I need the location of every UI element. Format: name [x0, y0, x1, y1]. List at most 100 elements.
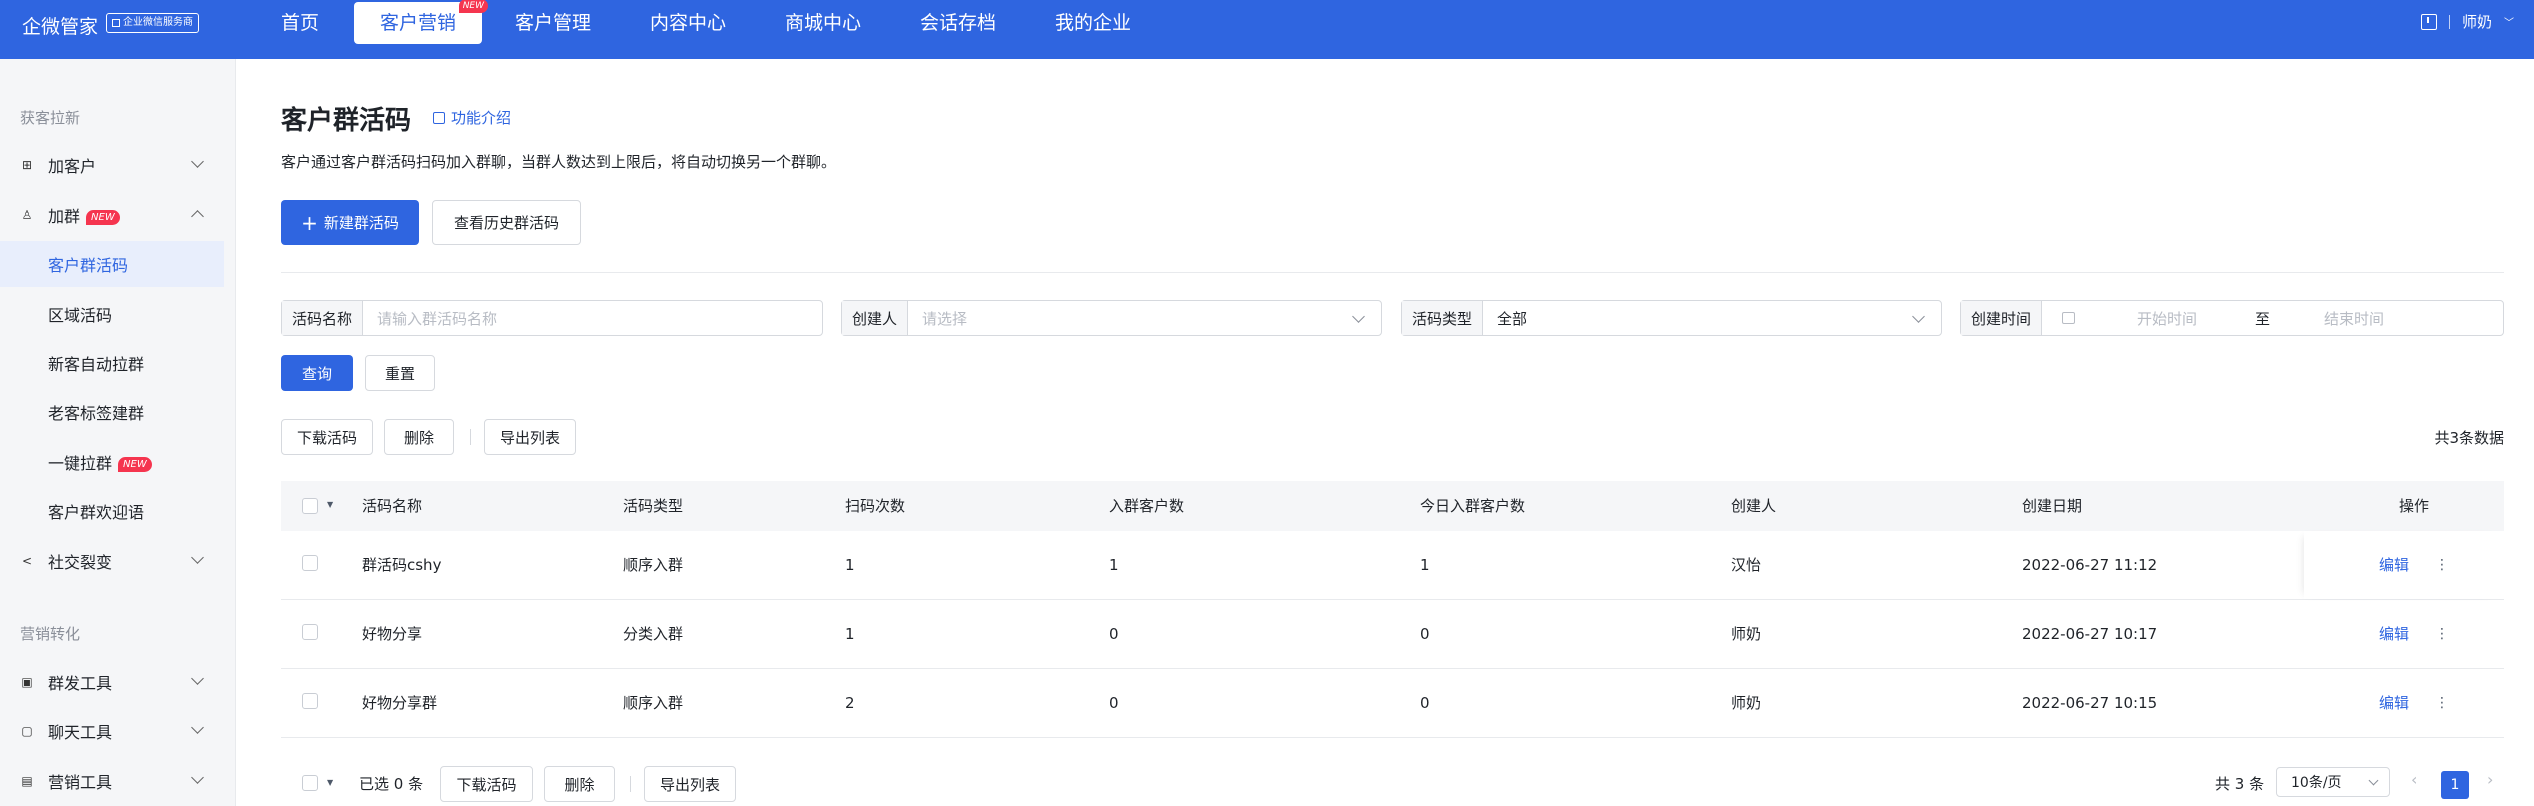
- sidebar-item-tag-group[interactable]: 老客标签建群: [0, 389, 224, 435]
- sidebar-item-social[interactable]: < 社交裂变: [0, 538, 224, 584]
- code-type-select[interactable]: 全部: [1483, 308, 1527, 329]
- chevron-down-icon: [1912, 310, 1925, 323]
- page-number-current[interactable]: 1: [2441, 771, 2469, 799]
- user-icon: ♙: [21, 208, 33, 222]
- sidebar-group-convert: 营销转化: [20, 625, 81, 643]
- cell-creator: 师奶: [1731, 694, 1762, 712]
- cell-scans: 2: [845, 694, 855, 712]
- nav-content-center[interactable]: 内容中心: [650, 0, 726, 59]
- history-group-code-button[interactable]: 查看历史群活码: [432, 200, 581, 245]
- footer-export-list-button[interactable]: 导出列表: [644, 766, 736, 802]
- edit-link[interactable]: 编辑: [2379, 600, 2409, 668]
- nav-home[interactable]: 首页: [281, 0, 319, 59]
- brand-name[interactable]: 企微管家: [22, 12, 98, 39]
- footer-delete-button[interactable]: 删除: [544, 766, 615, 802]
- nav-chat-archive[interactable]: 会话存档: [920, 0, 996, 59]
- edit-link[interactable]: 编辑: [2379, 531, 2409, 599]
- creator-select[interactable]: 请选择: [908, 308, 967, 329]
- column-header: 创建日期: [2022, 497, 2083, 515]
- sidebar-item-label: 聊天工具: [48, 723, 113, 742]
- code-name-filter[interactable]: 活码名称 请输入群活码名称: [281, 300, 823, 336]
- cell-date: 2022-06-27 10:15: [2022, 694, 2158, 712]
- nav-customer-marketing-label: 客户营销: [380, 12, 457, 34]
- sidebar-item-group-code[interactable]: 客户群活码: [0, 241, 224, 287]
- wecom-icon: [112, 19, 120, 27]
- calendar-icon: [2062, 312, 2076, 324]
- end-time-input[interactable]: 结束时间: [2270, 308, 2384, 329]
- table-header: ▼ 活码名称 活码类型 扫码次数 入群客户数 今日入群客户数 创建人 创建日期 …: [281, 481, 2504, 531]
- filter-label: 活码名称: [282, 301, 364, 335]
- cell-today: 0: [1420, 694, 1430, 712]
- grid-icon: ⊞: [21, 158, 33, 172]
- nav-my-enterprise[interactable]: 我的企业: [1055, 0, 1131, 59]
- sidebar-item-marketing-tools[interactable]: ▤ 营销工具: [0, 758, 224, 804]
- prev-page-icon[interactable]: ‹: [2411, 770, 2417, 789]
- chevron-down-icon: [1352, 310, 1365, 323]
- nav-mall-center[interactable]: 商城中心: [785, 0, 861, 59]
- pagination-total: 共 3 条: [2215, 775, 2265, 793]
- top-nav-bar: 企微管家 企业微信服务商 首页 客户营销 NEW 客户管理 内容中心 商城中心 …: [0, 0, 2534, 59]
- tool-icon: ▤: [21, 774, 33, 788]
- row-checkbox[interactable]: [302, 624, 318, 640]
- more-icon[interactable]: ⋮: [2435, 558, 2449, 572]
- sidebar-item-welcome[interactable]: 客户群欢迎语: [0, 488, 224, 534]
- reset-button[interactable]: 重置: [365, 355, 435, 391]
- query-button[interactable]: 查询: [281, 355, 353, 391]
- edit-link[interactable]: 编辑: [2379, 669, 2409, 737]
- sidebar-item-mass-send[interactable]: ▣ 群发工具: [0, 659, 224, 705]
- next-page-icon[interactable]: ›: [2487, 770, 2493, 789]
- sidebar-item-auto-pull[interactable]: 新客自动拉群: [0, 340, 224, 386]
- sidebar-item-label: 一键拉群 NEW: [48, 450, 152, 474]
- export-list-button[interactable]: 导出列表: [484, 419, 576, 455]
- sidebar-item-one-click[interactable]: 一键拉群 NEW: [0, 439, 224, 485]
- filter-label: 创建人: [842, 301, 909, 335]
- nav-customer-management[interactable]: 客户管理: [515, 0, 591, 59]
- sidebar-item-label: 加客户: [48, 157, 97, 176]
- total-count: 共3条数据: [2434, 429, 2504, 447]
- more-icon[interactable]: ⋮: [2435, 627, 2449, 641]
- section-divider: [281, 272, 2504, 273]
- download-code-button[interactable]: 下载活码: [281, 419, 373, 455]
- cell-joined: 0: [1109, 694, 1119, 712]
- page-description: 客户通过客户群活码扫码加入群聊，当群人数达到上限后，将自动切换另一个群聊。: [281, 153, 837, 171]
- chevron-down-icon: [191, 155, 204, 168]
- nav-customer-marketing[interactable]: 客户营销 NEW: [354, 0, 489, 44]
- sidebar-item-label: 新客自动拉群: [48, 355, 145, 374]
- cell-type: 分类入群: [623, 625, 684, 643]
- help-book-icon[interactable]: [2420, 13, 2437, 30]
- select-all-checkbox[interactable]: [302, 498, 318, 514]
- footer-download-code-button[interactable]: 下载活码: [440, 766, 533, 802]
- table-row: 群活码cshy 顺序入群 1 1 1 汉怡 2022-06-27 11:12 编…: [281, 531, 2504, 600]
- code-name-input[interactable]: 请输入群活码名称: [363, 308, 497, 329]
- caret-down-icon[interactable]: ▼: [327, 500, 333, 509]
- caret-down-icon[interactable]: ▼: [327, 778, 333, 787]
- start-time-input[interactable]: 开始时间: [2075, 308, 2197, 329]
- user-name[interactable]: 师奶: [2462, 11, 2492, 32]
- sidebar-item-add-customer[interactable]: ⊞ 加客户: [0, 142, 224, 188]
- column-header: 今日入群客户数: [1420, 497, 1526, 515]
- sidebar: 获客拉新 ⊞ 加客户 ♙ 加群 NEW 客户群活码 区域活码 新客自动拉群 老客标…: [0, 59, 236, 806]
- code-type-filter[interactable]: 活码类型 全部: [1401, 300, 1942, 336]
- row-checkbox[interactable]: [302, 555, 318, 571]
- sidebar-item-area-code[interactable]: 区域活码: [0, 291, 224, 337]
- sidebar-item-chat-tools[interactable]: ▢ 聊天工具: [0, 708, 224, 754]
- chevron-down-icon[interactable]: ﹀: [2504, 14, 2514, 29]
- creator-filter[interactable]: 创建人 请选择: [841, 300, 1382, 336]
- create-time-filter[interactable]: 创建时间 开始时间 至 结束时间: [1960, 300, 2504, 336]
- new-badge: NEW: [118, 457, 152, 472]
- column-header: 入群客户数: [1109, 497, 1185, 515]
- page-size-select[interactable]: 10条/页: [2276, 767, 2390, 797]
- chevron-down-icon: [191, 721, 204, 734]
- sidebar-item-add-group[interactable]: ♙ 加群 NEW: [0, 192, 224, 238]
- cell-name: 好物分享群: [362, 694, 438, 712]
- more-icon[interactable]: ⋮: [2435, 696, 2449, 710]
- table-row: 好物分享 分类入群 1 0 0 师奶 2022-06-27 10:17 编辑 ⋮: [281, 600, 2504, 669]
- sidebar-item-label: 老客标签建群: [48, 404, 145, 423]
- feature-intro-link[interactable]: 功能介绍: [433, 107, 511, 128]
- new-group-code-button[interactable]: + 新建群活码: [281, 200, 419, 245]
- row-checkbox[interactable]: [302, 693, 318, 709]
- delete-button[interactable]: 删除: [384, 419, 454, 455]
- cell-name: 群活码cshy: [362, 556, 442, 574]
- footer-select-all-checkbox[interactable]: [302, 775, 318, 791]
- column-header: 活码名称: [362, 497, 423, 515]
